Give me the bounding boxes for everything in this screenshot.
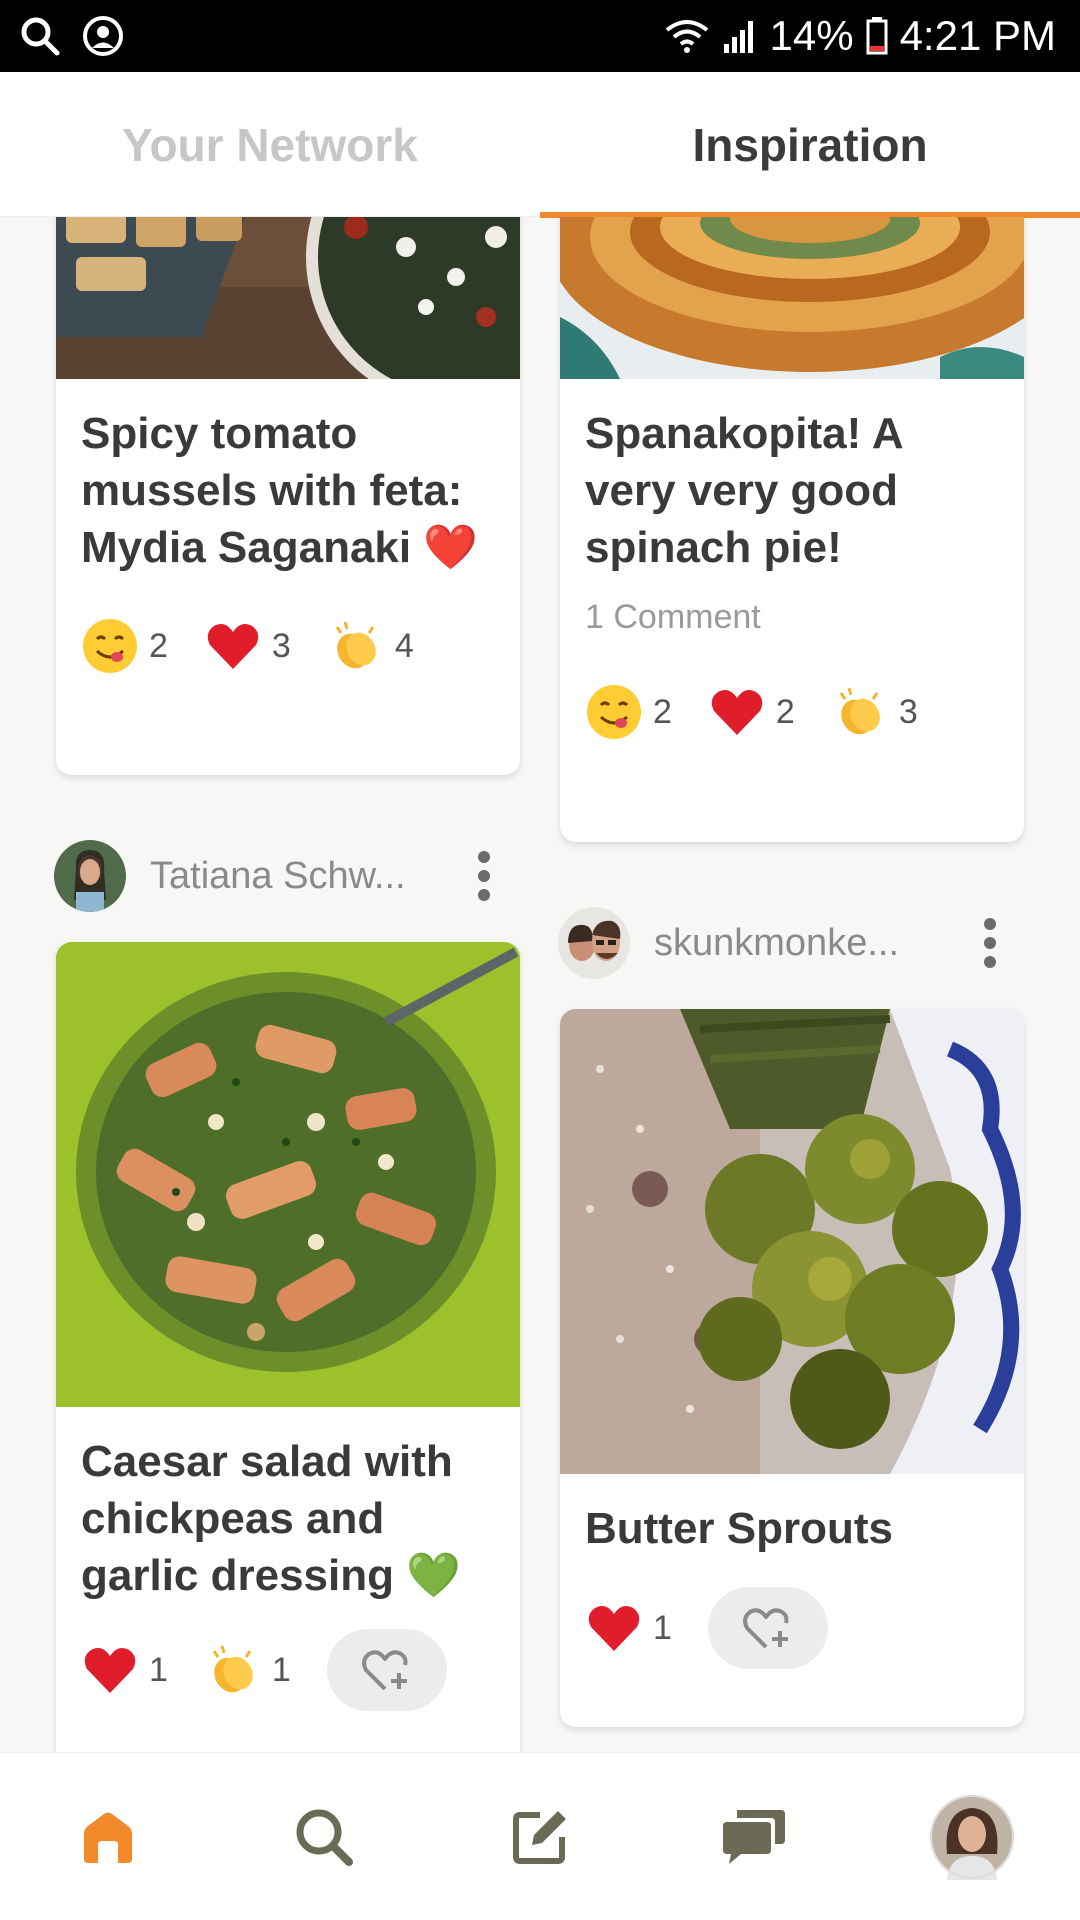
search-icon bbox=[21, 17, 60, 56]
post-author[interactable]: skunkmonke... bbox=[558, 907, 899, 979]
avatar[interactable] bbox=[558, 907, 630, 979]
reaction-count: 3 bbox=[271, 626, 291, 665]
home-icon bbox=[84, 1812, 132, 1863]
red-heart-icon bbox=[207, 624, 259, 669]
clock: 4:21 PM bbox=[899, 12, 1056, 59]
post-title[interactable]: Caesar salad with chickpeas and garlic d… bbox=[81, 1433, 495, 1604]
post-card[interactable]: Spanakopita! A very very good spinach pi… bbox=[560, 217, 1024, 842]
author-name[interactable]: Tatiana Schw... bbox=[150, 855, 406, 898]
account-icon bbox=[83, 16, 123, 56]
clapping-hands-icon bbox=[212, 1645, 253, 1693]
post-image[interactable] bbox=[560, 1009, 1024, 1474]
nav-home[interactable] bbox=[48, 1753, 168, 1920]
tab-your-network[interactable]: Your Network bbox=[0, 72, 540, 217]
red-heart-icon bbox=[588, 1606, 640, 1651]
bottom-navigation bbox=[0, 1752, 1080, 1920]
compose-icon bbox=[513, 1811, 566, 1864]
feed[interactable]: Spicy tomato mussels with feta: Mydia Sa… bbox=[0, 217, 1080, 1752]
reactions-row: 2 3 4 bbox=[81, 617, 450, 675]
reaction-count: 2 bbox=[775, 692, 795, 731]
reaction-heart[interactable]: 2 bbox=[708, 683, 795, 741]
wifi-icon bbox=[665, 20, 708, 53]
post-title[interactable]: Spanakopita! A very very good spinach pi… bbox=[585, 405, 999, 576]
reaction-count: 1 bbox=[149, 1650, 168, 1689]
heart-plus-icon bbox=[743, 1608, 789, 1649]
heart-plus-icon bbox=[361, 1650, 408, 1691]
reaction-heart[interactable]: 1 bbox=[81, 1641, 168, 1699]
reaction-clap[interactable]: 3 bbox=[831, 683, 918, 741]
reaction-count: 2 bbox=[653, 692, 672, 731]
nav-messages[interactable] bbox=[696, 1753, 816, 1920]
post-card[interactable]: Butter Sprouts 1 bbox=[560, 1009, 1024, 1727]
status-bar: 14% 4:21 PM bbox=[0, 0, 1080, 72]
post-author[interactable]: Tatiana Schw... bbox=[54, 840, 406, 912]
battery-icon bbox=[866, 17, 888, 55]
reactions-row: 1 bbox=[585, 1587, 828, 1669]
battery-percent: 14% bbox=[769, 12, 854, 59]
reaction-yum[interactable]: 2 bbox=[585, 683, 672, 741]
yum-face-icon bbox=[83, 619, 137, 673]
tab-inspiration[interactable]: Inspiration bbox=[540, 72, 1080, 217]
yum-face-icon bbox=[587, 685, 641, 739]
nav-compose[interactable] bbox=[480, 1753, 600, 1920]
chat-icon bbox=[723, 1810, 785, 1864]
reaction-count: 2 bbox=[149, 626, 168, 665]
clapping-hands-icon bbox=[839, 687, 880, 735]
post-card[interactable]: Spicy tomato mussels with feta: Mydia Sa… bbox=[56, 217, 520, 775]
post-image[interactable] bbox=[560, 217, 1024, 379]
red-heart-icon bbox=[84, 1648, 136, 1693]
reaction-clap[interactable]: 1 bbox=[204, 1641, 291, 1699]
reaction-count: 1 bbox=[653, 1608, 672, 1647]
reaction-heart[interactable]: 1 bbox=[585, 1599, 672, 1657]
author-name[interactable]: skunkmonke... bbox=[654, 922, 899, 965]
tab-bar: Your Network Inspiration bbox=[0, 72, 1080, 218]
post-image[interactable] bbox=[56, 942, 520, 1407]
search-icon bbox=[296, 1809, 353, 1866]
reactions-row: 2 2 3 bbox=[585, 683, 954, 741]
reaction-heart[interactable]: 3 bbox=[204, 617, 291, 675]
clapping-hands-icon bbox=[335, 621, 376, 669]
red-heart-icon bbox=[711, 690, 763, 735]
avatar[interactable] bbox=[54, 840, 126, 912]
more-options-icon[interactable] bbox=[474, 849, 494, 903]
add-reaction-button[interactable] bbox=[326, 1629, 447, 1711]
reaction-count: 1 bbox=[271, 1650, 291, 1689]
nav-profile[interactable] bbox=[912, 1753, 1032, 1920]
more-options-icon[interactable] bbox=[980, 916, 1000, 970]
reaction-count: 4 bbox=[394, 626, 414, 665]
post-image[interactable] bbox=[56, 217, 520, 379]
reaction-clap[interactable]: 4 bbox=[327, 617, 414, 675]
reactions-row: 1 1 bbox=[81, 1629, 447, 1711]
post-title[interactable]: Spicy tomato mussels with feta: Mydia Sa… bbox=[81, 405, 495, 576]
reaction-yum[interactable]: 2 bbox=[81, 617, 168, 675]
post-title[interactable]: Butter Sprouts bbox=[585, 1500, 999, 1557]
signal-icon bbox=[723, 21, 753, 53]
profile-avatar bbox=[930, 1795, 1014, 1880]
add-reaction-button[interactable] bbox=[707, 1587, 828, 1669]
post-card[interactable]: Caesar salad with chickpeas and garlic d… bbox=[56, 942, 520, 1752]
nav-search[interactable] bbox=[264, 1753, 384, 1920]
comments-link[interactable]: 1 Comment bbox=[585, 598, 761, 637]
reaction-count: 3 bbox=[898, 692, 918, 731]
